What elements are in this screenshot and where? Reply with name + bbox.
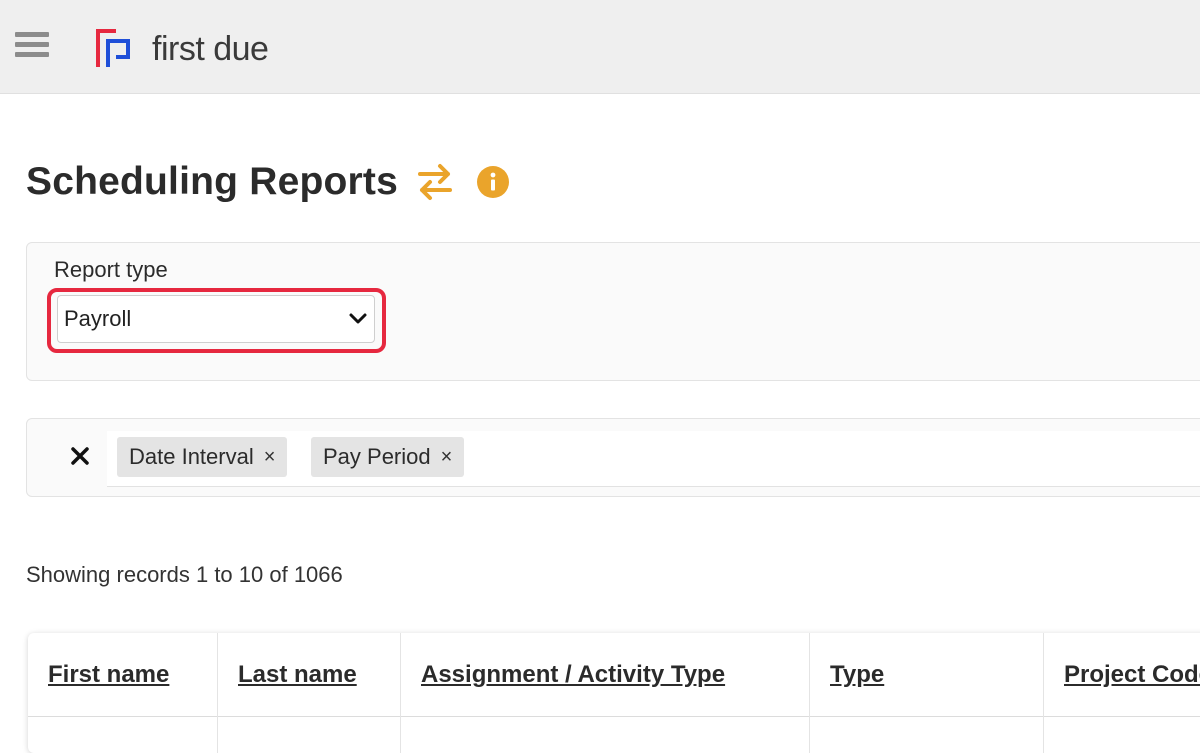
table-row [28, 717, 1200, 753]
records-summary: Showing records 1 to 10 of 1066 [26, 562, 343, 587]
chip-label: Pay Period [323, 444, 431, 469]
chip-remove-icon[interactable]: × [441, 446, 453, 469]
filter-chip-date-interval[interactable]: Date Interval × [117, 437, 288, 477]
filter-chip-pay-period[interactable]: Pay Period × [311, 437, 465, 477]
column-header-type[interactable]: Type [810, 633, 1044, 717]
column-header-last-name[interactable]: Last name [218, 633, 401, 717]
report-type-select[interactable]: Payroll [57, 295, 375, 343]
column-header-first-name[interactable]: First name [28, 633, 218, 717]
report-type-selected-value: Payroll [64, 306, 132, 331]
clear-filters-close-icon[interactable] [69, 445, 91, 467]
report-type-panel: Report type Payroll [26, 242, 1200, 381]
hamburger-menu-icon[interactable] [15, 32, 49, 58]
chip-label: Date Interval [129, 444, 254, 469]
chip-remove-icon[interactable]: × [264, 446, 276, 469]
page-title: Scheduling Reports [26, 160, 398, 203]
chevron-down-icon [349, 313, 367, 324]
table-header-row: First name Last name Assignment / Activi… [28, 633, 1200, 717]
title-row: Scheduling Reports [26, 156, 510, 208]
filter-panel: Date Interval × Pay Period × [26, 418, 1200, 497]
table-cell [218, 717, 401, 753]
column-header-project-code[interactable]: Project Code [1044, 633, 1200, 717]
table-cell [810, 717, 1044, 753]
payroll-table: First name Last name Assignment / Activi… [28, 633, 1200, 753]
report-type-label: Report type [54, 257, 168, 282]
table-cell [401, 717, 810, 753]
first-due-logo-icon [96, 29, 130, 67]
app-logo[interactable]: first due [94, 27, 269, 71]
table-cell [28, 717, 218, 753]
swap-arrows-icon[interactable] [416, 162, 454, 202]
top-bar: first due [0, 0, 1200, 94]
column-header-assignment-activity-type[interactable]: Assignment / Activity Type [401, 633, 810, 717]
filter-tags-field[interactable]: Date Interval × Pay Period × [107, 431, 1200, 487]
logo-text: first due [152, 29, 269, 68]
info-icon[interactable] [476, 165, 510, 199]
